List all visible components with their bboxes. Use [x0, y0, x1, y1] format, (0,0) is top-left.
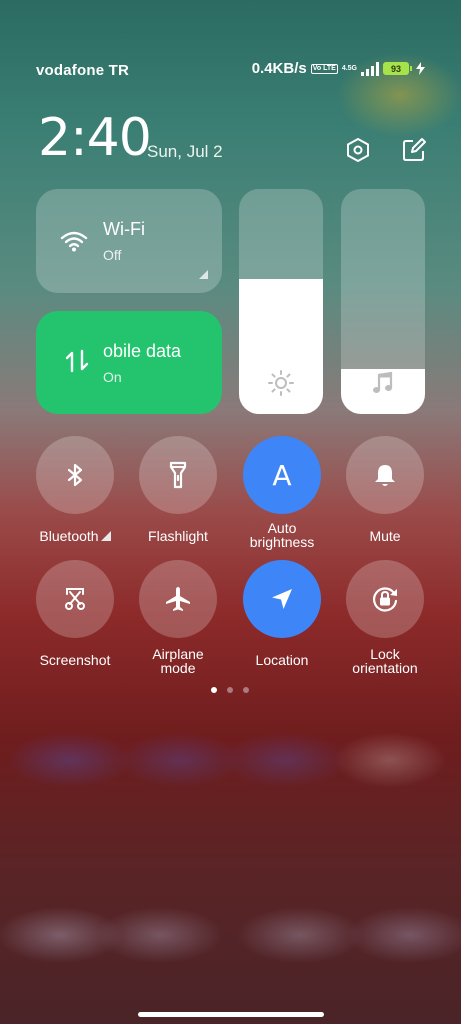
status-indicators: 0.4KB/s Vo LTE 4.5G 93: [252, 60, 425, 77]
screenshot-label: Screenshot: [39, 652, 111, 668]
sun-icon: [268, 370, 294, 396]
volume-slider[interactable]: [341, 189, 425, 414]
brightness-slider[interactable]: [239, 189, 323, 414]
location-arrow-icon: [272, 589, 292, 609]
mobile-data-status: On: [103, 369, 122, 385]
battery-icon: 93: [383, 62, 412, 75]
airplane-mode-label: Airplane mode: [152, 646, 204, 676]
bluetooth-label: Bluetooth: [25, 529, 125, 543]
clock-time: 2:40: [38, 108, 152, 168]
screenshot-toggle[interactable]: [36, 560, 114, 638]
auto-brightness-toggle[interactable]: A: [243, 436, 321, 514]
wifi-tile-status: Off: [103, 247, 122, 263]
bluetooth-icon: [67, 463, 83, 487]
mute-toggle[interactable]: [346, 436, 424, 514]
wifi-tile-title: Wi-Fi: [103, 219, 145, 239]
bell-icon: [375, 465, 395, 486]
location-label: Location: [255, 652, 309, 668]
mobile-data-tile[interactable]: obile data On: [36, 311, 222, 414]
bluetooth-toggle[interactable]: [36, 436, 114, 514]
data-arrows-icon: [65, 349, 89, 373]
rotation-lock-icon: [373, 587, 398, 612]
page-dot-3[interactable]: [243, 687, 249, 693]
wifi-more-indicator[interactable]: [199, 270, 208, 279]
page-indicator: [211, 687, 249, 693]
lock-orientation-label: Lock orientation: [352, 646, 418, 676]
bluetooth-more-icon[interactable]: [100, 531, 111, 541]
network-type: 4.5G: [341, 64, 357, 72]
auto-brightness-label: Auto brightness: [249, 520, 315, 550]
carrier-name: vodafone TR: [36, 62, 130, 79]
edit-icon[interactable]: [401, 137, 427, 163]
scissors-icon: [65, 588, 85, 610]
battery-level: 93: [383, 62, 409, 75]
status-bar: vodafone TR 0.4KB/s Vo LTE 4.5G 93: [36, 60, 425, 82]
wifi-tile[interactable]: Wi-Fi Off: [36, 189, 222, 293]
music-note-icon: [373, 371, 393, 393]
lock-orientation-toggle[interactable]: [346, 560, 424, 638]
flashlight-label: Flashlight: [148, 528, 208, 544]
location-toggle[interactable]: [243, 560, 321, 638]
flashlight-icon: [169, 461, 187, 489]
page-dot-1[interactable]: [211, 687, 217, 693]
network-speed: 0.4KB/s: [251, 60, 307, 77]
letter-a-icon: A: [272, 458, 292, 492]
airplane-icon: [166, 587, 190, 611]
charging-icon: [416, 62, 425, 75]
mobile-data-title: obile data: [103, 341, 182, 361]
volte-icon: Vo LTE: [310, 63, 338, 74]
mute-label: Mute: [369, 528, 401, 544]
wifi-icon: [60, 231, 88, 252]
clock-date: Sun, Jul 2: [147, 142, 223, 161]
signal-icon: [361, 61, 379, 76]
flashlight-toggle[interactable]: [139, 436, 217, 514]
home-gesture-bar[interactable]: [138, 1012, 324, 1017]
airplane-mode-toggle[interactable]: [139, 560, 217, 638]
settings-icon[interactable]: [345, 137, 371, 163]
page-dot-2[interactable]: [227, 687, 233, 693]
